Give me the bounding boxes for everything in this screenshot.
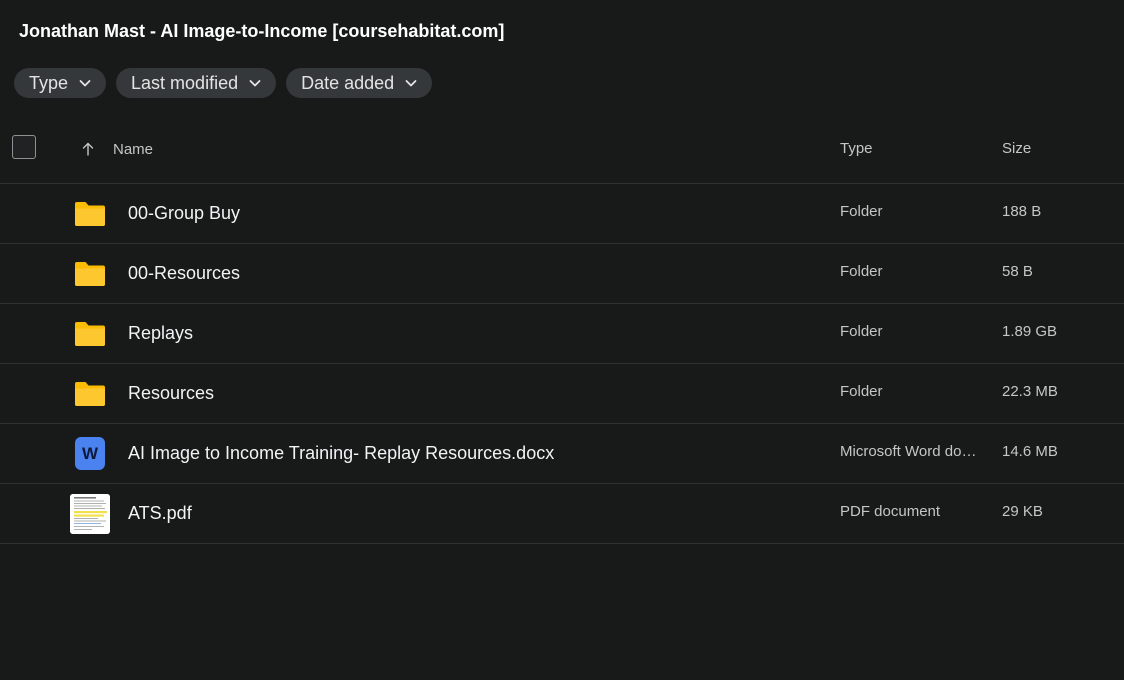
- column-header-name[interactable]: Name: [113, 141, 153, 158]
- file-name: 00-Group Buy: [128, 203, 241, 223]
- folder-icon: [73, 197, 107, 231]
- file-type: Folder: [840, 383, 883, 400]
- file-size: 29 KB: [1002, 503, 1043, 520]
- file-browser-page: Jonathan Mast - AI Image-to-Income [cour…: [0, 0, 1124, 680]
- file-size: 188 B: [1002, 203, 1042, 220]
- file-name: 00-Resources: [128, 263, 241, 283]
- filter-type-label: Type: [29, 72, 69, 93]
- filter-last-modified-label: Last modified: [131, 72, 239, 93]
- file-size: 1.89 GB: [1002, 323, 1058, 340]
- table-row[interactable]: ATS.pdf PDF document 29 KB: [0, 484, 1124, 544]
- file-name: Resources: [128, 383, 215, 403]
- file-type: Folder: [840, 203, 883, 220]
- chevron-down-icon: [248, 76, 262, 90]
- select-all-checkbox[interactable]: [12, 135, 36, 159]
- file-name: ATS.pdf: [128, 503, 192, 523]
- filter-date-added-label: Date added: [301, 72, 395, 93]
- filter-type-chip[interactable]: Type: [14, 68, 107, 98]
- file-type: Folder: [840, 263, 883, 280]
- table-row[interactable]: 00-Resources Folder 58 B: [0, 244, 1124, 304]
- file-size: 14.6 MB: [1002, 443, 1058, 460]
- filter-last-modified-chip[interactable]: Last modified: [116, 68, 277, 98]
- file-list: 00-Group Buy Folder 188 B 00-Resources F…: [0, 184, 1124, 544]
- table-row[interactable]: Replays Folder 1.89 GB: [0, 304, 1124, 364]
- table-row[interactable]: W AI Image to Income Training- Replay Re…: [0, 424, 1124, 484]
- chevron-down-icon: [404, 76, 418, 90]
- pdf-thumbnail-icon: [70, 494, 110, 534]
- chevron-down-icon: [78, 76, 92, 90]
- file-size: 58 B: [1002, 263, 1033, 280]
- table-header: Name Type Size: [0, 123, 1124, 184]
- table-row[interactable]: 00-Group Buy Folder 188 B: [0, 184, 1124, 244]
- folder-icon: [73, 317, 107, 351]
- page-title: Jonathan Mast - AI Image-to-Income [cour…: [19, 21, 505, 41]
- column-header-type[interactable]: Type: [840, 140, 873, 157]
- filter-date-added-chip[interactable]: Date added: [286, 68, 433, 98]
- file-size: 22.3 MB: [1002, 383, 1058, 400]
- file-name: AI Image to Income Training- Replay Reso…: [128, 443, 555, 463]
- file-type: Microsoft Word document: [840, 443, 980, 460]
- word-document-icon: W: [75, 437, 105, 470]
- arrow-up-icon[interactable]: [80, 141, 96, 157]
- file-type: PDF document: [840, 503, 941, 520]
- folder-icon: [73, 257, 107, 291]
- column-header-size[interactable]: Size: [1002, 140, 1031, 157]
- filter-bar: Type Last modified Date added: [14, 68, 433, 98]
- table-row[interactable]: Resources Folder 22.3 MB: [0, 364, 1124, 424]
- folder-icon: [73, 377, 107, 411]
- file-name: Replays: [128, 323, 194, 343]
- file-type: Folder: [840, 323, 883, 340]
